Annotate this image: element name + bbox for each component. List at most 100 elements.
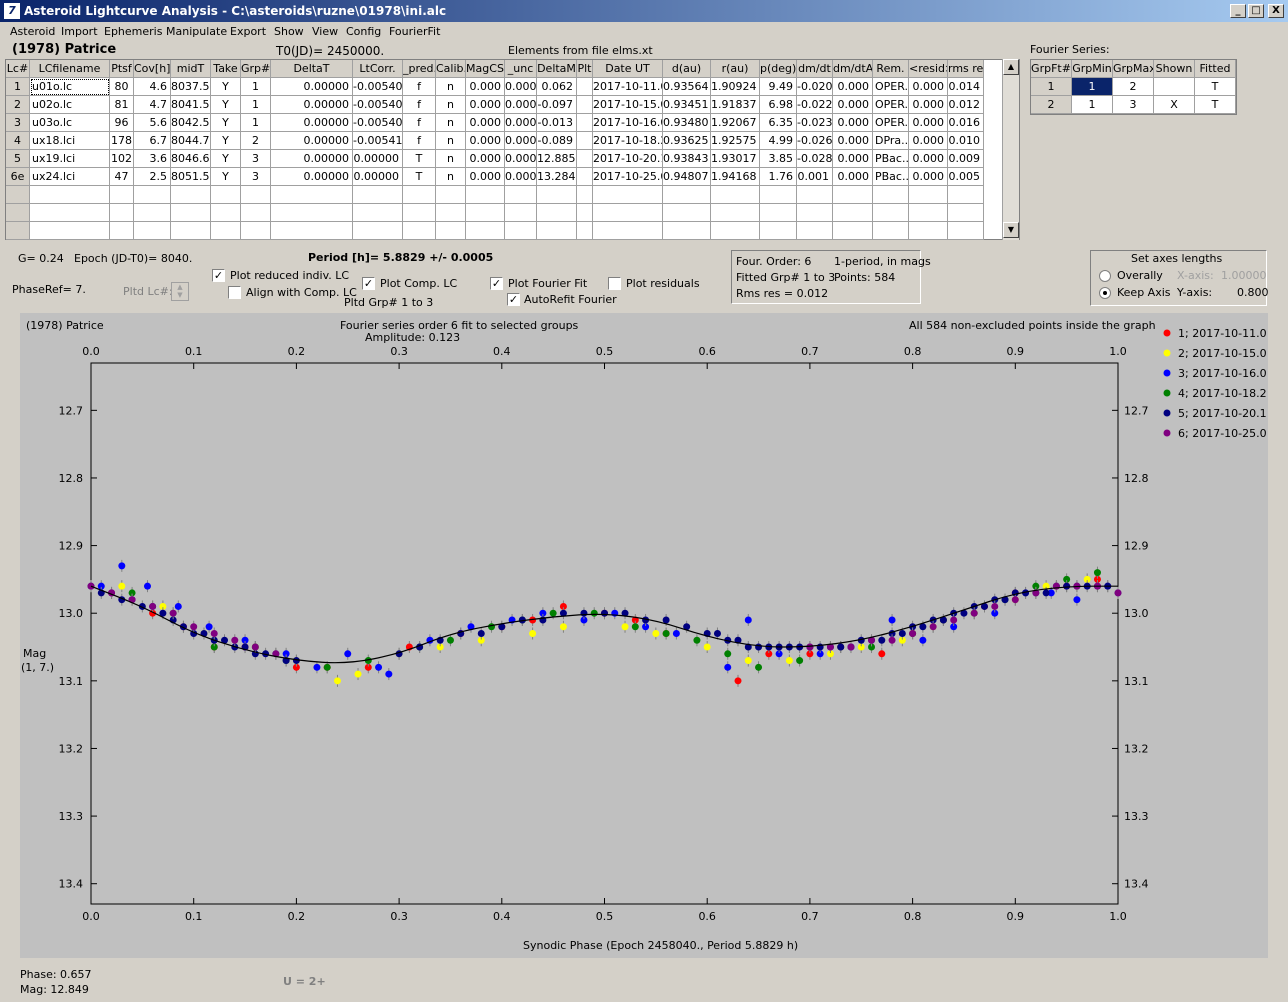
table-cell[interactable]: 0.000 (466, 132, 505, 150)
table-cell[interactable] (577, 96, 593, 114)
y-axis-value[interactable]: 0.800 (1237, 286, 1269, 299)
lightcurve-chart[interactable]: 0.0 0.0 0.1 0.1 0.2 0.2 0.3 0.3 0.4 0.4 0.5 0.5 0.6 0… (20, 313, 1268, 958)
table-cell-empty[interactable] (436, 186, 466, 204)
table-cell[interactable]: 6.35 (760, 114, 797, 132)
table-cell-empty[interactable] (436, 204, 466, 222)
table-cell[interactable]: 2017-10-11.0 (593, 78, 663, 96)
column-header[interactable]: _pred. (403, 60, 436, 78)
table-cell-empty[interactable] (271, 186, 353, 204)
table-cell-empty[interactable] (30, 204, 110, 222)
table-cell[interactable]: 0.000 (833, 132, 873, 150)
table-cell-empty[interactable] (873, 186, 909, 204)
table-cell-empty[interactable] (436, 222, 466, 240)
column-header[interactable]: DeltaM (537, 60, 577, 78)
table-cell[interactable]: 12.885 (537, 150, 577, 168)
table-cell[interactable]: 8051.5 (171, 168, 211, 186)
table-cell[interactable]: 0.062 (537, 78, 577, 96)
table-cell-empty[interactable] (211, 186, 241, 204)
table-cell[interactable]: 0.000 (466, 168, 505, 186)
table-cell[interactable]: n (436, 150, 466, 168)
table-cell-empty[interactable] (403, 186, 436, 204)
fourier-column-header[interactable]: Fitted (1195, 60, 1236, 78)
table-cell-empty[interactable] (134, 186, 171, 204)
table-cell[interactable]: f (403, 132, 436, 150)
table-cell[interactable]: T (403, 168, 436, 186)
column-header[interactable]: MagCS (466, 60, 505, 78)
table-cell-empty[interactable] (663, 222, 711, 240)
table-cell-empty[interactable] (537, 204, 577, 222)
fourier-cell[interactable]: 1 (1072, 96, 1113, 114)
fourier-row-header[interactable]: 1 (1031, 78, 1072, 96)
table-cell-empty[interactable] (873, 222, 909, 240)
table-cell[interactable] (577, 150, 593, 168)
table-cell-empty[interactable] (593, 204, 663, 222)
table-cell[interactable]: 2017-10-20.1 (593, 150, 663, 168)
row-header[interactable] (6, 204, 30, 222)
table-cell[interactable]: 0.000 (833, 78, 873, 96)
table-cell[interactable]: 0.014 (948, 78, 984, 96)
table-cell[interactable]: 1.91837 (711, 96, 760, 114)
fourier-cell[interactable]: 3 (1113, 96, 1154, 114)
fourier-column-header[interactable]: GrpMax (1113, 60, 1154, 78)
table-cell-empty[interactable] (593, 186, 663, 204)
table-cell-empty[interactable] (466, 204, 505, 222)
table-cell[interactable]: -0.00540 (353, 78, 403, 96)
table-cell-empty[interactable] (833, 186, 873, 204)
column-header[interactable]: midT (171, 60, 211, 78)
table-cell[interactable]: n (436, 78, 466, 96)
table-cell-empty[interactable] (948, 222, 984, 240)
table-cell[interactable]: ux19.lci (30, 150, 110, 168)
table-cell[interactable]: 0.000 (505, 96, 537, 114)
table-cell-empty[interactable] (403, 222, 436, 240)
table-cell[interactable]: -0.020 (797, 78, 833, 96)
table-cell-empty[interactable] (797, 204, 833, 222)
table-cell-empty[interactable] (403, 204, 436, 222)
table-cell[interactable]: 2017-10-18.2 (593, 132, 663, 150)
column-header[interactable]: LtCorr. (353, 60, 403, 78)
table-cell[interactable]: 0.93843 (663, 150, 711, 168)
table-cell[interactable]: 0.93564 (663, 78, 711, 96)
table-cell-empty[interactable] (211, 204, 241, 222)
table-cell[interactable]: 1.76 (760, 168, 797, 186)
table-cell[interactable]: 8041.5 (171, 96, 211, 114)
fourier-cell[interactable] (1154, 78, 1195, 96)
column-header[interactable]: Take (211, 60, 241, 78)
table-cell-empty[interactable] (353, 222, 403, 240)
row-header[interactable]: 1 (6, 78, 30, 96)
table-cell[interactable]: 1.92067 (711, 114, 760, 132)
table-cell[interactable]: 1 (241, 114, 271, 132)
table-cell[interactable]: Y (211, 114, 241, 132)
table-cell[interactable]: 0.000 (909, 132, 948, 150)
table-cell-empty[interactable] (577, 222, 593, 240)
table-cell[interactable]: f (403, 78, 436, 96)
column-header[interactable]: p(deg) (760, 60, 797, 78)
table-cell[interactable]: 4.7 (134, 96, 171, 114)
close-button[interactable]: X (1268, 4, 1284, 18)
table-cell[interactable] (577, 132, 593, 150)
table-cell[interactable]: -0.026 (797, 132, 833, 150)
column-header[interactable]: Cov[h] (134, 60, 171, 78)
table-cell[interactable]: u03o.lc (30, 114, 110, 132)
table-cell[interactable]: Y (211, 132, 241, 150)
row-header[interactable] (6, 222, 30, 240)
table-cell-empty[interactable] (353, 204, 403, 222)
table-cell[interactable]: 0.93625 (663, 132, 711, 150)
table-cell[interactable]: 0.00000 (353, 168, 403, 186)
table-scrollbar[interactable]: ▲ ▼ (1002, 59, 1019, 240)
table-cell[interactable]: 5.6 (134, 114, 171, 132)
table-cell-empty[interactable] (110, 222, 134, 240)
table-cell[interactable]: -0.023 (797, 114, 833, 132)
table-cell[interactable]: 81 (110, 96, 134, 114)
overally-radio[interactable] (1099, 270, 1111, 282)
plot-comp-checkbox[interactable]: ✓ (362, 277, 375, 290)
table-cell-empty[interactable] (466, 186, 505, 204)
table-cell[interactable]: 1 (241, 78, 271, 96)
table-cell-empty[interactable] (353, 186, 403, 204)
table-cell-empty[interactable] (909, 204, 948, 222)
table-cell[interactable]: 0.001 (797, 168, 833, 186)
table-cell[interactable]: 2017-10-16.0 (593, 114, 663, 132)
fourier-cell[interactable]: 2 (1113, 78, 1154, 96)
table-cell[interactable]: 3 (241, 150, 271, 168)
table-cell[interactable]: PBac.. (873, 150, 909, 168)
table-cell-empty[interactable] (110, 204, 134, 222)
